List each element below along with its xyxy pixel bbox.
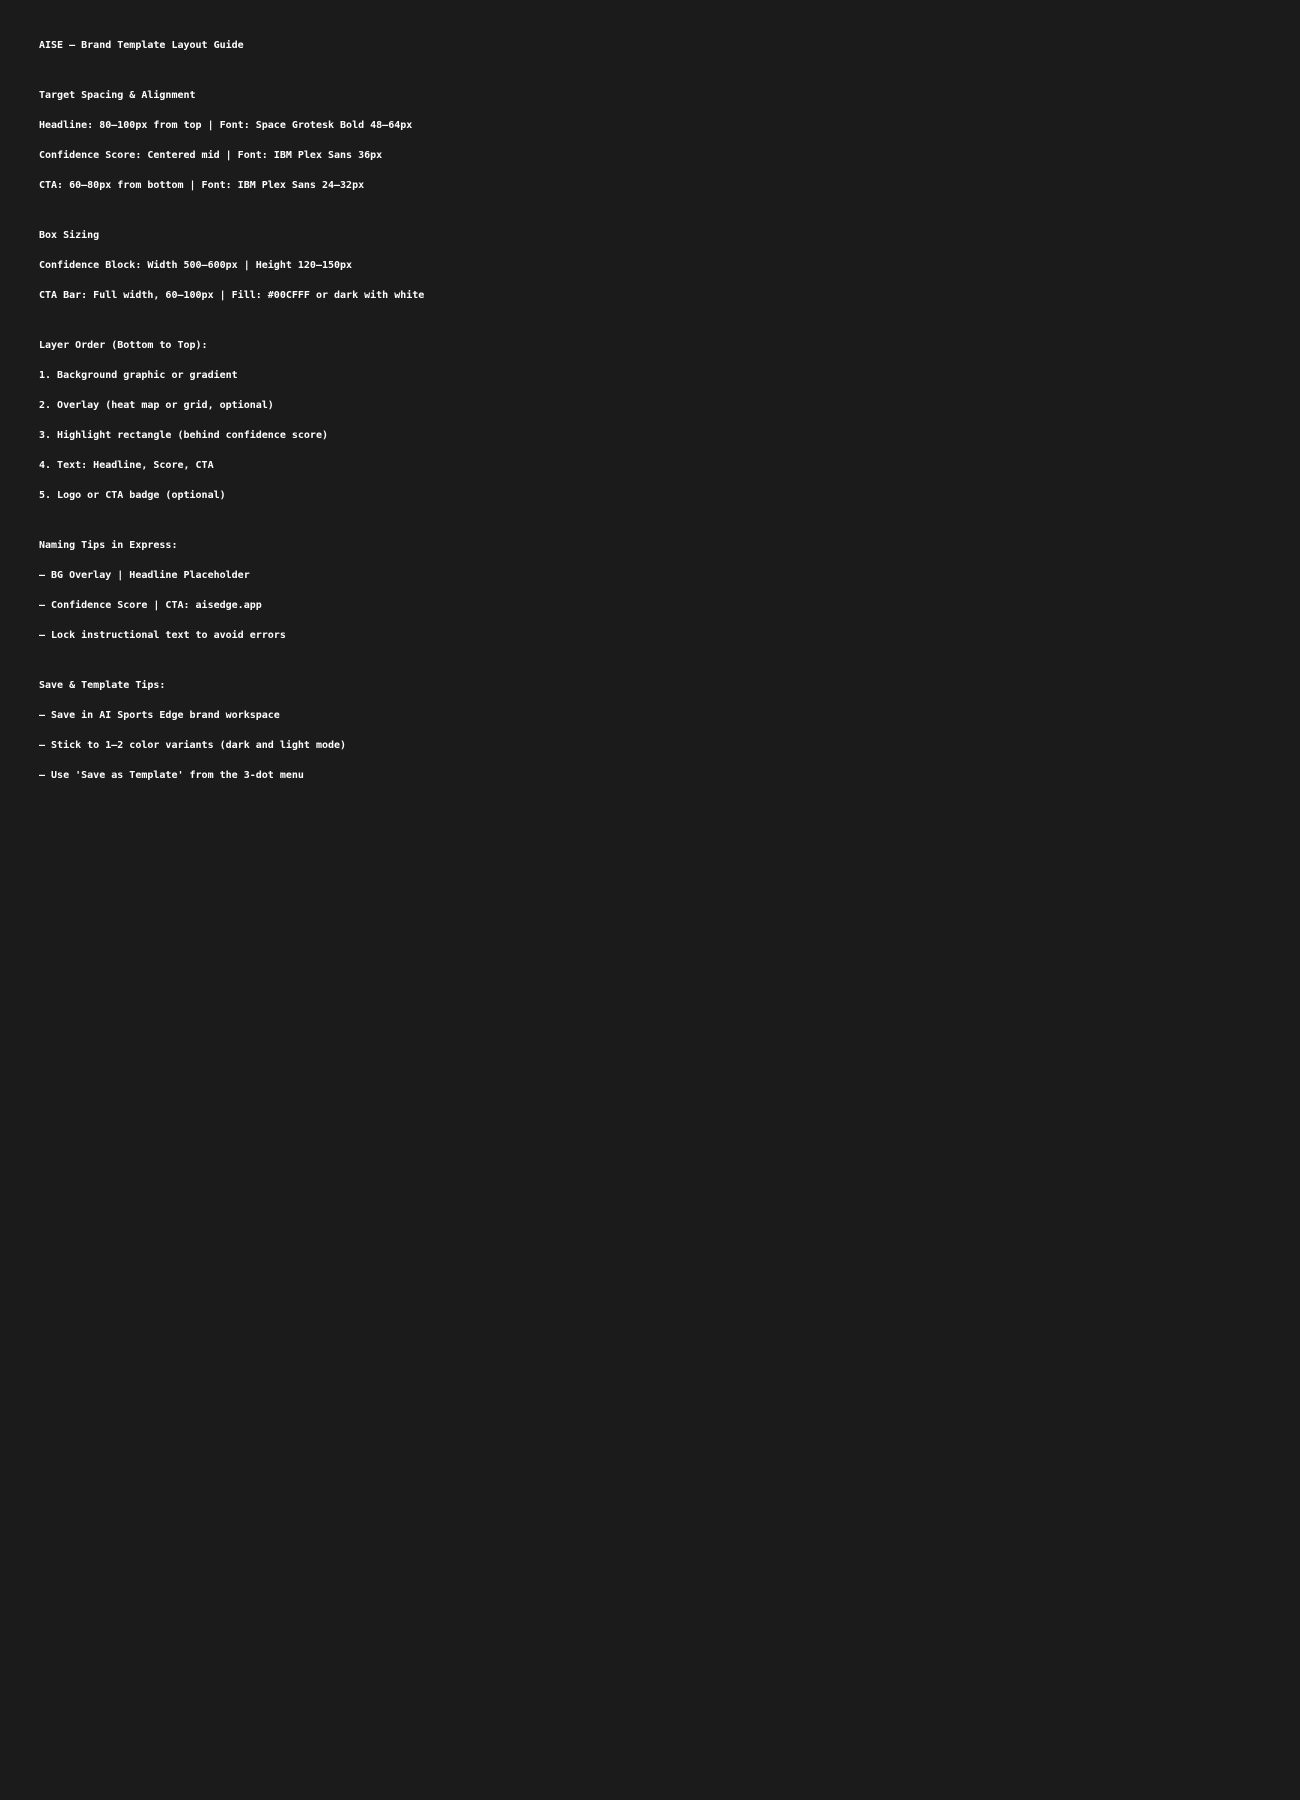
layer-item-4: 4. Text: Headline, Score, CTA — [39, 460, 214, 471]
section-heading-box-sizing: Box Sizing — [39, 230, 100, 241]
naming-tip-1: – BG Overlay | Headline Placeholder — [39, 570, 250, 581]
spacing-headline-line: Headline: 80–100px from top | Font: Spac… — [39, 120, 413, 131]
layer-item-3: 3. Highlight rectangle (behind confidenc… — [39, 430, 328, 441]
spacing-confidence-line: Confidence Score: Centered mid | Font: I… — [39, 150, 383, 161]
box-cta-line: CTA Bar: Full width, 60–100px | Fill: #0… — [39, 290, 425, 301]
section-heading-save-tips: Save & Template Tips: — [39, 680, 166, 691]
layout-guide-page: AISE – Brand Template Layout Guide Targe… — [0, 0, 1300, 1800]
section-heading-naming-tips: Naming Tips in Express: — [39, 540, 178, 551]
section-heading-layer-order: Layer Order (Bottom to Top): — [39, 340, 208, 351]
page-title: AISE – Brand Template Layout Guide — [39, 40, 244, 51]
naming-tip-2: – Confidence Score | CTA: aisedge.app — [39, 600, 262, 611]
box-confidence-line: Confidence Block: Width 500–600px | Heig… — [39, 260, 353, 271]
layer-item-1: 1. Background graphic or gradient — [39, 370, 238, 381]
save-tip-1: – Save in AI Sports Edge brand workspace — [39, 710, 280, 721]
save-tip-2: – Stick to 1–2 color variants (dark and … — [39, 740, 347, 751]
naming-tip-3: – Lock instructional text to avoid error… — [39, 630, 286, 641]
section-heading-spacing: Target Spacing & Alignment — [39, 90, 196, 101]
layer-item-5: 5. Logo or CTA badge (optional) — [39, 490, 226, 501]
layer-item-2: 2. Overlay (heat map or grid, optional) — [39, 400, 274, 411]
save-tip-3: – Use 'Save as Template' from the 3-dot … — [39, 770, 304, 781]
spacing-cta-line: CTA: 60–80px from bottom | Font: IBM Ple… — [39, 180, 365, 191]
